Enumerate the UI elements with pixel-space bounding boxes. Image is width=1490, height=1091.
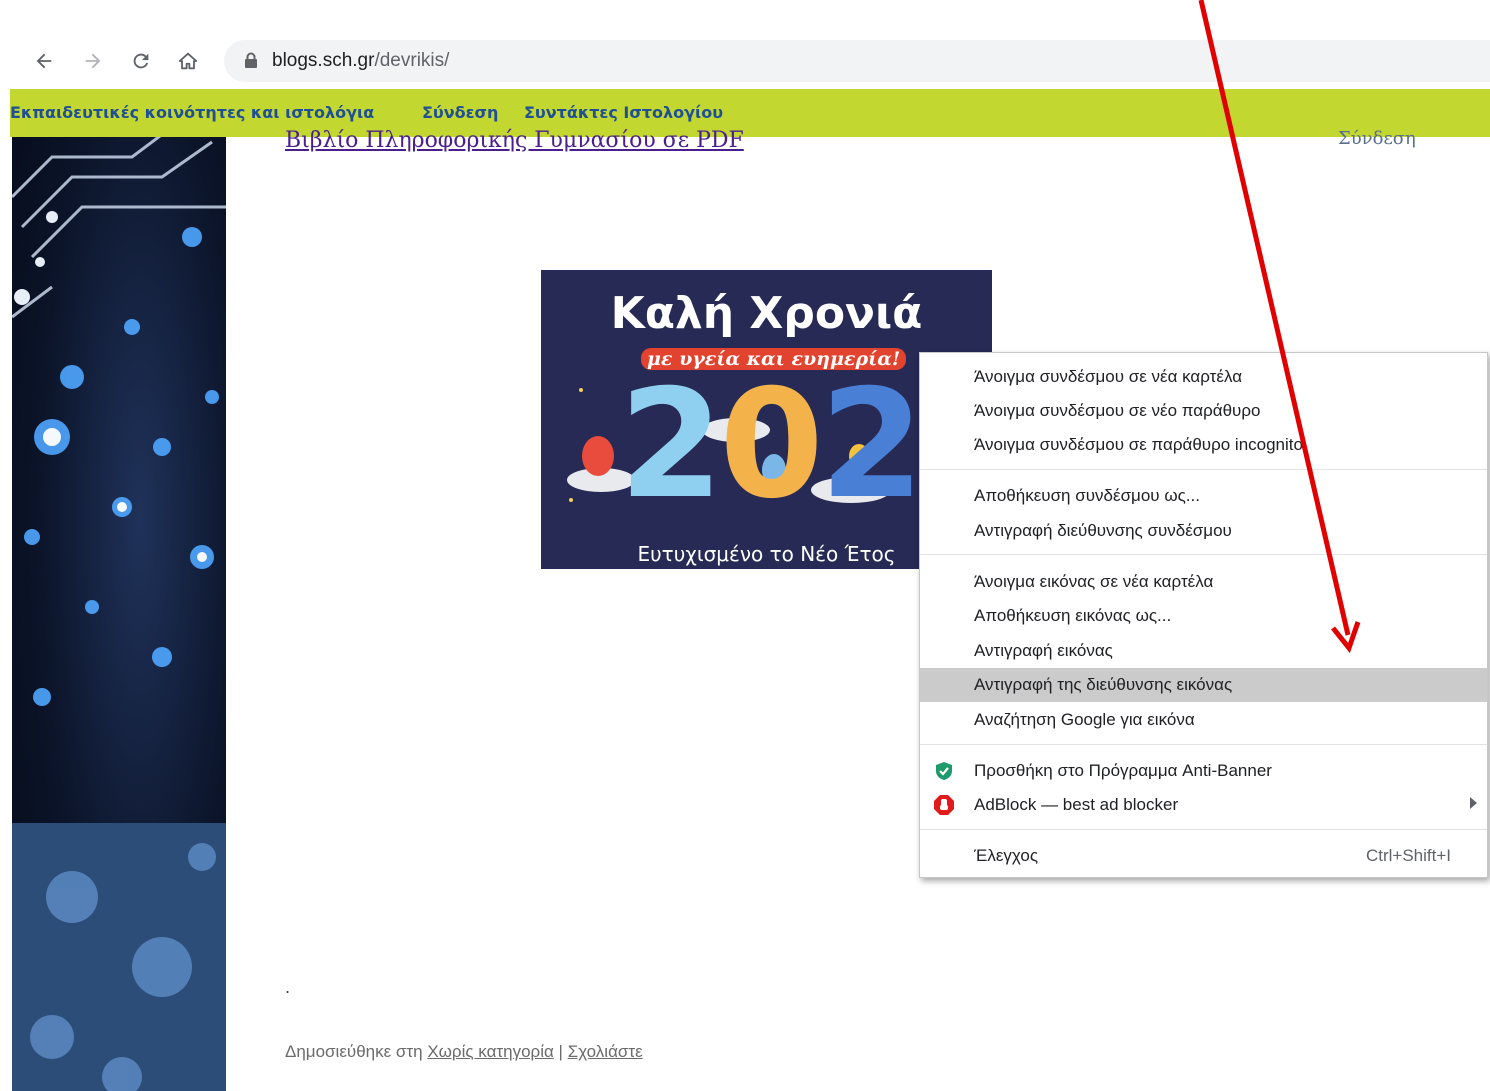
menu-item-add-to-anti-banner[interactable]: Προσθήκη στο Πρόγραμμα Anti-Banner (920, 754, 1487, 788)
url-host: blogs.sch.gr (272, 50, 375, 71)
nav-link-login[interactable]: Σύνδεση (422, 103, 498, 122)
banner-title: Καλή Χρονιά (610, 288, 923, 339)
menu-item-search-google-for-image[interactable]: Αναζήτηση Google για εικόνα (920, 703, 1487, 737)
menu-item-label: Αντιγραφή εικόνας (974, 641, 1113, 660)
menu-separator (920, 829, 1487, 830)
menu-item-label: Αποθήκευση εικόνας ως... (974, 606, 1172, 625)
banner-year-digit-2: 0 (719, 358, 823, 532)
nav-link-blog-authors[interactable]: Συντάκτες Ιστολογίου (524, 103, 723, 122)
menu-item-shortcut: Ctrl+Shift+I (1365, 846, 1451, 865)
shield-check-icon (936, 762, 952, 780)
menu-item-label: Άνοιγμα εικόνας σε νέα καρτέλα (974, 572, 1214, 591)
menu-item-inspect[interactable]: Έλεγχος Ctrl+Shift+I (920, 839, 1487, 873)
circuit-pattern (12, 137, 226, 1091)
menu-item-label: Αναζήτηση Google για εικόνα (974, 710, 1195, 729)
address-bar[interactable]: blogs.sch.gr/devrikis/ (224, 40, 1490, 82)
comment-link[interactable]: Σχολιάστε (568, 1042, 643, 1061)
context-menu: Άνοιγμα συνδέσμου σε νέα καρτέλα Άνοιγμα… (919, 352, 1488, 878)
adblock-hand-icon (934, 795, 954, 815)
post-footer: Δημοσιεύθηκε στη Χωρίς κατηγορία | Σχολι… (285, 1042, 643, 1062)
home-icon (178, 52, 198, 70)
pdf-book-link[interactable]: Βιβλίο Πληροφορικής Γυμνασίου σε PDF (285, 128, 744, 153)
browser-toolbar: blogs.sch.gr/devrikis/ (0, 0, 1490, 88)
back-button[interactable] (29, 46, 59, 76)
menu-item-open-link-new-window[interactable]: Άνοιγμα συνδέσμου σε νέο παράθυρο (920, 394, 1487, 428)
menu-separator (920, 554, 1487, 555)
footer-divider: | (558, 1042, 563, 1061)
menu-item-save-image-as[interactable]: Αποθήκευση εικόνας ως... (920, 599, 1487, 633)
arrow-right-icon (85, 53, 101, 69)
lock-icon (245, 52, 257, 68)
menu-item-label: Άνοιγμα συνδέσμου σε νέο παράθυρο (974, 401, 1261, 420)
menu-item-label: Άνοιγμα συνδέσμου σε παράθυρο incognito (974, 435, 1303, 454)
menu-separator (920, 469, 1487, 470)
category-link[interactable]: Χωρίς κατηγορία (427, 1042, 554, 1061)
sidebar-login-link[interactable]: Σύνδεση (1338, 128, 1416, 149)
site-nav-bar: Εκπαιδευτικές κοινότητες και ιστολόγια Σ… (10, 89, 1490, 137)
banner-year-digit-1: 2 (619, 358, 723, 532)
circuit-background-image (12, 137, 226, 1091)
menu-item-open-link-incognito[interactable]: Άνοιγμα συνδέσμου σε παράθυρο incognito (920, 428, 1487, 462)
menu-item-label: Αντιγραφή της διεύθυνσης εικόνας (974, 675, 1233, 694)
url-path: /devrikis/ (374, 50, 450, 71)
menu-item-label: Έλεγχος (974, 846, 1039, 865)
post-text: . (285, 978, 291, 997)
reload-button[interactable] (126, 46, 156, 76)
menu-item-label: Προσθήκη στο Πρόγραμμα Anti-Banner (974, 761, 1272, 780)
menu-item-copy-image-address[interactable]: Αντιγραφή της διεύθυνσης εικόνας (920, 668, 1487, 702)
menu-item-adblock[interactable]: AdBlock — best ad blocker (920, 788, 1487, 822)
submenu-arrow-icon (1470, 797, 1477, 809)
reload-icon (133, 53, 149, 69)
menu-item-label: Άνοιγμα συνδέσμου σε νέα καρτέλα (974, 367, 1243, 386)
menu-item-open-link-new-tab[interactable]: Άνοιγμα συνδέσμου σε νέα καρτέλα (920, 360, 1487, 394)
nav-link-communities[interactable]: Εκπαιδευτικές κοινότητες και ιστολόγια (10, 103, 374, 122)
arrow-left-icon (36, 53, 52, 69)
menu-separator (920, 744, 1487, 745)
home-button[interactable] (173, 46, 203, 76)
forward-button[interactable] (78, 46, 108, 76)
banner-year-digit-3: 2 (819, 358, 924, 532)
menu-item-label: Αποθήκευση συνδέσμου ως... (974, 486, 1200, 505)
menu-item-save-link-as[interactable]: Αποθήκευση συνδέσμου ως... (920, 479, 1487, 513)
menu-item-label: Αντιγραφή διεύθυνσης συνδέσμου (974, 521, 1232, 540)
posted-in-label: Δημοσιεύθηκε στη (285, 1042, 423, 1061)
menu-item-open-image-new-tab[interactable]: Άνοιγμα εικόνας σε νέα καρτέλα (920, 565, 1487, 599)
menu-item-copy-image[interactable]: Αντιγραφή εικόνας (920, 634, 1487, 668)
menu-item-label: AdBlock — best ad blocker (974, 795, 1179, 814)
menu-item-copy-link-address[interactable]: Αντιγραφή διεύθυνσης συνδέσμου (920, 514, 1487, 548)
url-text: blogs.sch.gr/devrikis/ (272, 50, 449, 72)
